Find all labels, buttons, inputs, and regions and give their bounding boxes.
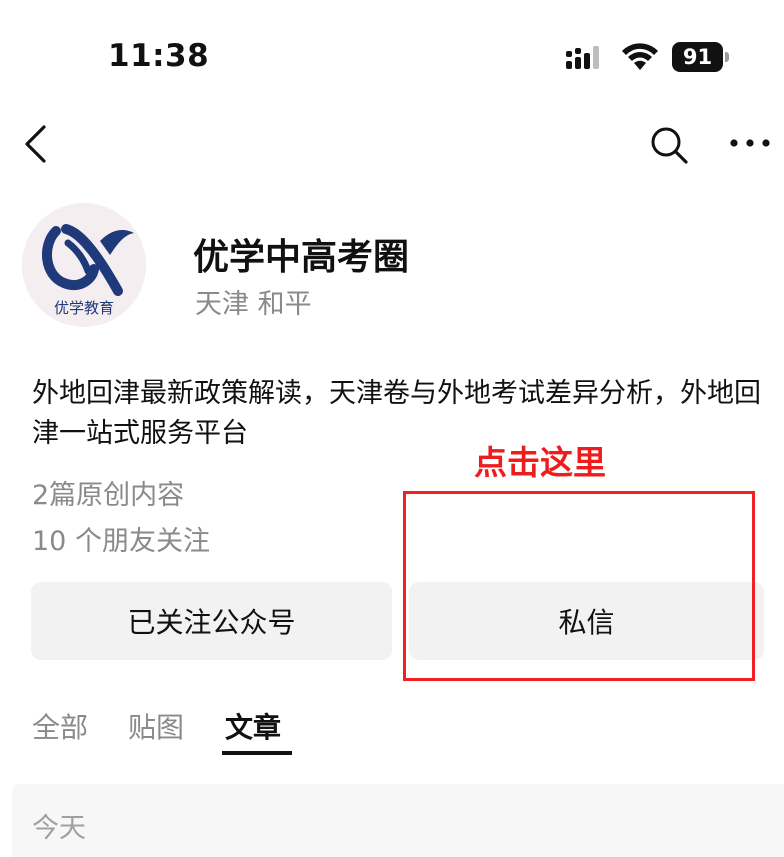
annotation-label: 点击这里 — [474, 443, 606, 482]
more-icon[interactable] — [728, 131, 772, 155]
account-location: 天津 和平 — [195, 289, 312, 320]
battery-icon: 91 — [672, 42, 730, 72]
status-time: 11:38 — [108, 38, 210, 74]
article-list — [12, 784, 784, 857]
tab-all[interactable]: 全部 — [32, 706, 88, 746]
battery-level: 91 — [672, 42, 723, 72]
date-header: 今天 — [32, 813, 86, 844]
avatar[interactable]: 优学教育 — [22, 203, 146, 327]
logo-text: 优学教育 — [54, 299, 114, 317]
active-tab-indicator — [222, 751, 292, 755]
account-name: 优学中高考圈 — [193, 237, 410, 278]
tab-images[interactable]: 贴图 — [128, 706, 184, 746]
wifi-icon — [622, 43, 658, 70]
tab-articles[interactable]: 文章 — [225, 706, 281, 746]
signal-icon — [566, 46, 599, 69]
original-count: 2篇原创内容 — [32, 480, 185, 511]
back-icon[interactable] — [22, 124, 50, 164]
followed-button[interactable]: 已关注公众号 — [31, 582, 392, 660]
account-description: 外地回津最新政策解读，天津卷与外地考试差异分析，外地回津一站式服务平台 — [32, 378, 761, 449]
search-icon[interactable] — [648, 124, 690, 166]
logo-icon: 优学教育 — [22, 203, 146, 327]
annotation-highlight-box — [403, 491, 755, 681]
friends-following[interactable]: 10 个朋友关注 — [32, 519, 210, 558]
battery-cap — [725, 52, 729, 62]
